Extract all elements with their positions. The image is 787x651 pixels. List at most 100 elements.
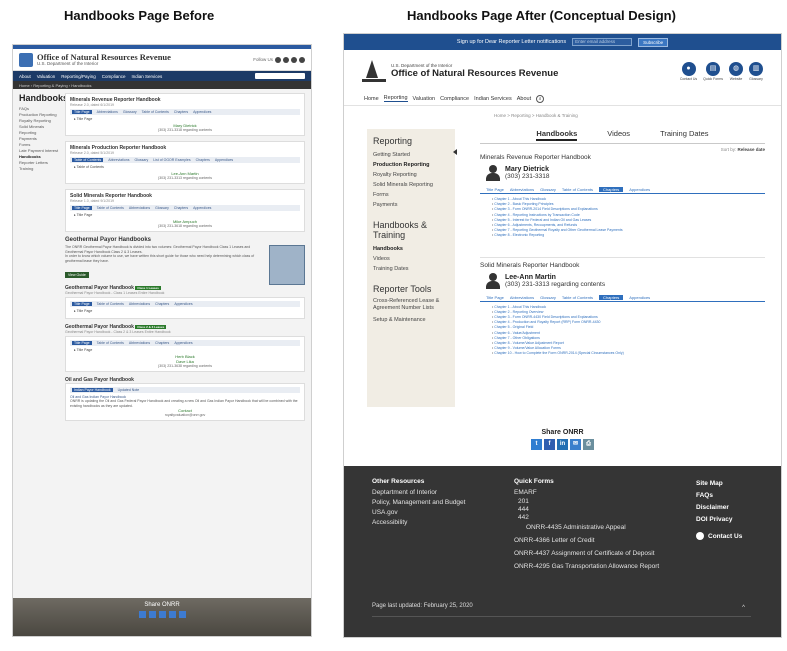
sidebar-item[interactable]: Royalty Reporting — [373, 170, 449, 180]
footer-link[interactable]: EMARF — [514, 488, 659, 498]
facebook-icon[interactable]: f — [544, 439, 555, 450]
sidebar-item[interactable]: Cross-Referenced Lease & Agreement Numbe… — [373, 298, 449, 312]
before-site-title[interactable]: Office of Natural Resources Revenue — [37, 53, 171, 62]
tab[interactable]: Abbreviations — [97, 110, 118, 114]
sidebar-item-production[interactable]: Production Reporting — [373, 160, 449, 170]
site-title[interactable]: Office of Natural Resources Revenue — [391, 68, 558, 79]
tab[interactable]: Chapters — [174, 206, 188, 210]
oil-derrick-logo-icon[interactable] — [362, 60, 386, 82]
twitter-icon[interactable] — [283, 56, 289, 63]
tab-handbooks[interactable]: Handbooks — [536, 129, 578, 141]
tab[interactable]: Abbreviations — [129, 302, 150, 306]
subtab[interactable]: Title Page — [486, 187, 504, 192]
tab[interactable]: Chapters — [174, 110, 188, 114]
sidebar-item[interactable]: Setup & Maintenance — [373, 315, 449, 325]
card-link[interactable]: ▸ Title Page — [70, 346, 300, 354]
sidebar-item[interactable]: Training — [19, 166, 59, 172]
email-icon[interactable]: ✉ — [570, 439, 581, 450]
glossary-link[interactable]: ▥ Glossary — [749, 61, 763, 81]
sidebar-item[interactable]: Getting Started — [373, 150, 449, 160]
oil-email[interactable]: royaltyvaluation@onrr.gov — [70, 413, 300, 417]
footer-link[interactable]: 442 — [514, 514, 659, 522]
tab-videos[interactable]: Videos — [607, 129, 630, 141]
facebook-icon[interactable] — [148, 611, 156, 618]
linkedin-icon[interactable] — [291, 56, 297, 63]
footer-link[interactable]: ONRR-4437 Assignment of Certificate of D… — [514, 547, 659, 560]
footer-link[interactable]: ONRR-4295 Gas Transportation Allowance R… — [514, 560, 659, 573]
tab[interactable]: Abbreviations — [129, 206, 150, 210]
website-link[interactable]: ◍ Website — [729, 61, 743, 81]
tab-training-dates[interactable]: Training Dates — [660, 129, 709, 141]
subtab[interactable]: Glossary — [540, 295, 556, 300]
footer-link[interactable]: USA.gov — [372, 508, 465, 518]
footer-link[interactable]: ONRR-4435 Administrative Appeal — [514, 522, 659, 534]
footer-link[interactable]: DOI Privacy — [696, 514, 742, 526]
tab[interactable]: Glossary — [123, 110, 137, 114]
nav-valuation[interactable]: Valuation — [413, 96, 436, 102]
tab[interactable]: Title Page — [72, 341, 92, 345]
onrr-logo-icon[interactable] — [19, 52, 33, 67]
print-icon[interactable]: ⎙ — [583, 439, 594, 450]
linkedin-icon[interactable] — [158, 611, 166, 618]
sidebar-item[interactable]: Solid Minerals Reporting — [19, 124, 59, 136]
tab[interactable]: Title Page — [72, 110, 92, 114]
back-to-top-icon[interactable]: ^ — [742, 605, 745, 611]
tab[interactable]: Indian Payor Handbook — [72, 388, 113, 392]
subtab[interactable]: Table of Contents — [562, 295, 593, 300]
footer-link[interactable]: Accessibility — [372, 518, 465, 528]
footer-link[interactable]: ONRR-4366 Letter of Credit — [514, 534, 659, 547]
contact-us-link[interactable]: ● Contact Us — [680, 61, 697, 81]
twitter-icon[interactable] — [138, 611, 146, 618]
geo-link[interactable]: Geothermal Payor Handbook - Class 2 & 3 … — [65, 330, 305, 334]
footer-link[interactable]: Deptartment of Interior — [372, 488, 465, 498]
tab[interactable]: Appendices — [193, 110, 211, 114]
tab[interactable]: Chapters — [155, 302, 169, 306]
search-icon[interactable]: ⌕ — [536, 94, 545, 103]
chapter-link[interactable]: Chapter 10 - How to Complete the Form ON… — [492, 351, 765, 356]
tab[interactable]: Appendices — [215, 158, 233, 162]
tab[interactable]: Chapters — [196, 158, 210, 162]
quick-forms-link[interactable]: ▤ Quick Forms — [703, 61, 723, 81]
tab[interactable]: Appendices — [174, 341, 192, 345]
email-icon[interactable] — [299, 56, 305, 63]
view-guide-button[interactable]: View Guide — [65, 272, 89, 278]
tab[interactable]: Chapters — [155, 341, 169, 345]
tab[interactable]: Glossary — [155, 206, 169, 210]
collapse-arrow-icon[interactable] — [453, 149, 457, 155]
tab[interactable]: Table of Contents — [97, 302, 124, 306]
subscribe-button[interactable]: Subscribe — [638, 37, 669, 47]
tab[interactable]: Appendices — [174, 302, 192, 306]
email-icon[interactable] — [168, 611, 176, 618]
card-link[interactable]: ▸ Title Page — [70, 211, 300, 219]
before-search-input[interactable] — [255, 73, 305, 79]
tab[interactable]: Abbreviations — [108, 158, 129, 162]
sidebar-item[interactable]: Training Dates — [373, 264, 449, 274]
nav-indian-services[interactable]: Indian Services — [474, 96, 512, 102]
sidebar-item-handbooks[interactable]: Handbooks — [373, 244, 449, 254]
nav-compliance[interactable]: Compliance — [102, 74, 126, 79]
tab[interactable]: List of OGOR Examples — [153, 158, 190, 162]
subtab[interactable]: Title Page — [486, 295, 504, 300]
subtab[interactable]: Appendices — [629, 187, 650, 192]
tab[interactable]: Appendices — [193, 206, 211, 210]
subtab-chapters[interactable]: Chapters — [599, 187, 624, 192]
card-link[interactable]: ▸ Title Page — [70, 307, 300, 315]
tab[interactable]: Title Page — [72, 206, 92, 210]
subtab[interactable]: Abbreviations — [510, 187, 534, 192]
subtab[interactable]: Abbreviations — [510, 295, 534, 300]
nav-valuation[interactable]: Valuation — [37, 74, 55, 79]
linkedin-icon[interactable]: in — [557, 439, 568, 450]
tab[interactable]: Abbreviations — [129, 341, 150, 345]
footer-link[interactable]: FAQs — [696, 490, 742, 502]
tab[interactable]: Table of Contents — [97, 206, 124, 210]
subtab[interactable]: Appendices — [629, 295, 650, 300]
card-link[interactable]: ▸ Title Page — [70, 115, 300, 123]
geo-link[interactable]: Geothermal Payor Handbook - Class 1 Leas… — [65, 291, 305, 295]
sort-control[interactable]: Sort by: Release date — [480, 147, 765, 152]
twitter-icon[interactable]: t — [531, 439, 542, 450]
nav-reporting[interactable]: Reporting — [383, 95, 408, 102]
subtab-chapters[interactable]: Chapters — [599, 294, 624, 300]
footer-link[interactable]: Disclaimer — [696, 502, 742, 514]
sidebar-item[interactable]: Videos — [373, 254, 449, 264]
tab[interactable]: Glossary — [134, 158, 148, 162]
